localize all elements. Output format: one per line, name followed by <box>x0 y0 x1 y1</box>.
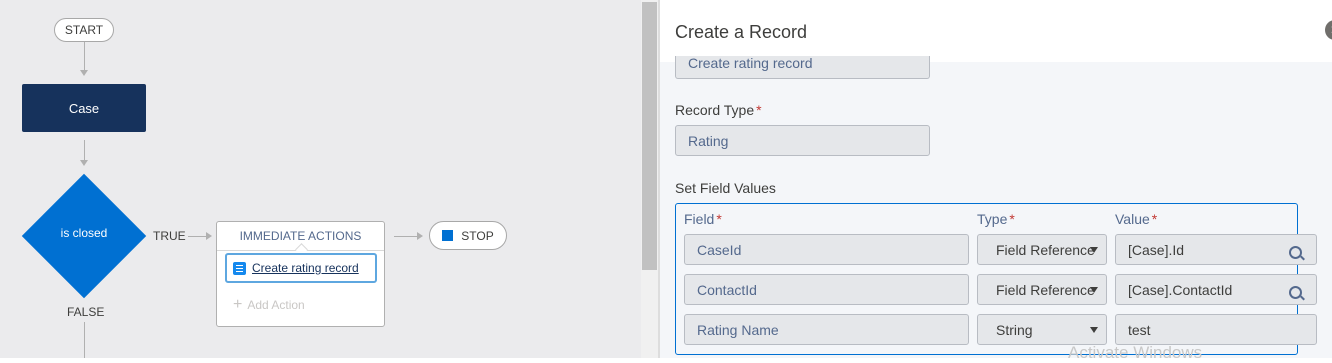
create-record-panel: Create a Record ✕ Create rating record C… <box>660 0 1332 358</box>
connector <box>84 140 85 160</box>
field-value: Rating Name <box>697 321 779 338</box>
dropdown-arrow-icon <box>1090 326 1098 333</box>
field-values-box: Field * Type * Value * CaseId Field Referen… <box>675 203 1317 355</box>
panel-title-overlay: Create a Record <box>675 22 808 42</box>
stop-node: STOP <box>429 221 507 250</box>
value-text: [Case].ContactId <box>1128 281 1233 298</box>
value-text: [Case].Id <box>1128 241 1185 258</box>
connector <box>84 322 85 358</box>
record-type-value: Rating <box>688 132 729 149</box>
connector-arrow <box>417 232 423 240</box>
start-label: START <box>64 23 104 37</box>
record-type-input[interactable]: Rating <box>675 125 930 156</box>
stop-square-icon <box>442 230 454 241</box>
criteria-node-label: is closed <box>60 226 108 240</box>
windows-activation-watermark: Activate Windows <box>1068 343 1203 362</box>
type-select[interactable]: String <box>977 314 1107 345</box>
connector-arrow <box>80 70 88 76</box>
field-input[interactable]: CaseId <box>684 234 969 265</box>
connector <box>188 236 208 237</box>
type-column-label: Type <box>977 211 1008 227</box>
field-value: CaseId <box>697 241 742 258</box>
type-value: String <box>996 321 1033 338</box>
start-node: START <box>54 18 114 42</box>
field-column-header: Field * <box>684 211 722 227</box>
search-icon[interactable] <box>1289 246 1302 259</box>
required-marker: * <box>756 102 762 118</box>
required-marker: * <box>1151 211 1158 227</box>
type-select[interactable]: Field Reference <box>977 274 1107 305</box>
field-value: ContactId <box>697 281 757 298</box>
stop-label: STOP <box>461 228 494 243</box>
required-marker: * <box>716 211 722 227</box>
field-input[interactable]: ContactId <box>684 274 969 305</box>
action-create-rating-record[interactable]: Create rating record <box>225 253 377 283</box>
add-action-label: Add Action <box>247 298 305 312</box>
value-text: test <box>1128 321 1151 338</box>
true-label: TRUE <box>153 229 186 243</box>
action-name-value: Create rating record <box>688 55 813 71</box>
connector <box>84 42 85 70</box>
connector-arrow <box>80 160 88 166</box>
false-label: FALSE <box>67 305 105 319</box>
connector-arrow <box>206 232 212 240</box>
set-field-values-label: Set Field Values <box>675 180 776 196</box>
plus-icon: + <box>233 296 243 313</box>
value-input[interactable]: [Case].ContactId <box>1115 274 1317 305</box>
value-input[interactable]: test <box>1115 314 1317 345</box>
required-marker: * <box>1009 211 1015 227</box>
process-canvas[interactable]: START Case is closed TRUE FALSE IMMEDIAT… <box>0 0 641 358</box>
immediate-actions-box: IMMEDIATE ACTIONS Create rating record +… <box>216 221 385 327</box>
dropdown-arrow-icon <box>1090 286 1098 293</box>
record-type-label: Record Type * <box>675 102 762 118</box>
type-value: Field Reference <box>996 281 1095 298</box>
type-value: Field Reference <box>996 241 1095 258</box>
action-label: Create rating record <box>252 261 359 275</box>
object-node[interactable]: Case <box>22 84 146 132</box>
field-column-label: Field <box>684 211 715 227</box>
type-select[interactable]: Field Reference <box>977 234 1107 265</box>
search-icon[interactable] <box>1289 286 1302 299</box>
dropdown-arrow-icon <box>1090 246 1098 253</box>
type-column-header: Type * <box>977 211 1015 227</box>
value-column-label: Value <box>1115 211 1150 227</box>
field-input[interactable]: Rating Name <box>684 314 969 345</box>
action-list-icon <box>233 261 246 275</box>
value-column-header: Value * <box>1115 211 1157 227</box>
object-node-label: Case <box>68 100 100 116</box>
canvas-scrollbar-thumb[interactable] <box>642 2 657 270</box>
value-input[interactable]: [Case].Id <box>1115 234 1317 265</box>
record-type-label-text: Record Type <box>675 102 755 118</box>
add-action-button[interactable]: + Add Action <box>233 296 305 313</box>
